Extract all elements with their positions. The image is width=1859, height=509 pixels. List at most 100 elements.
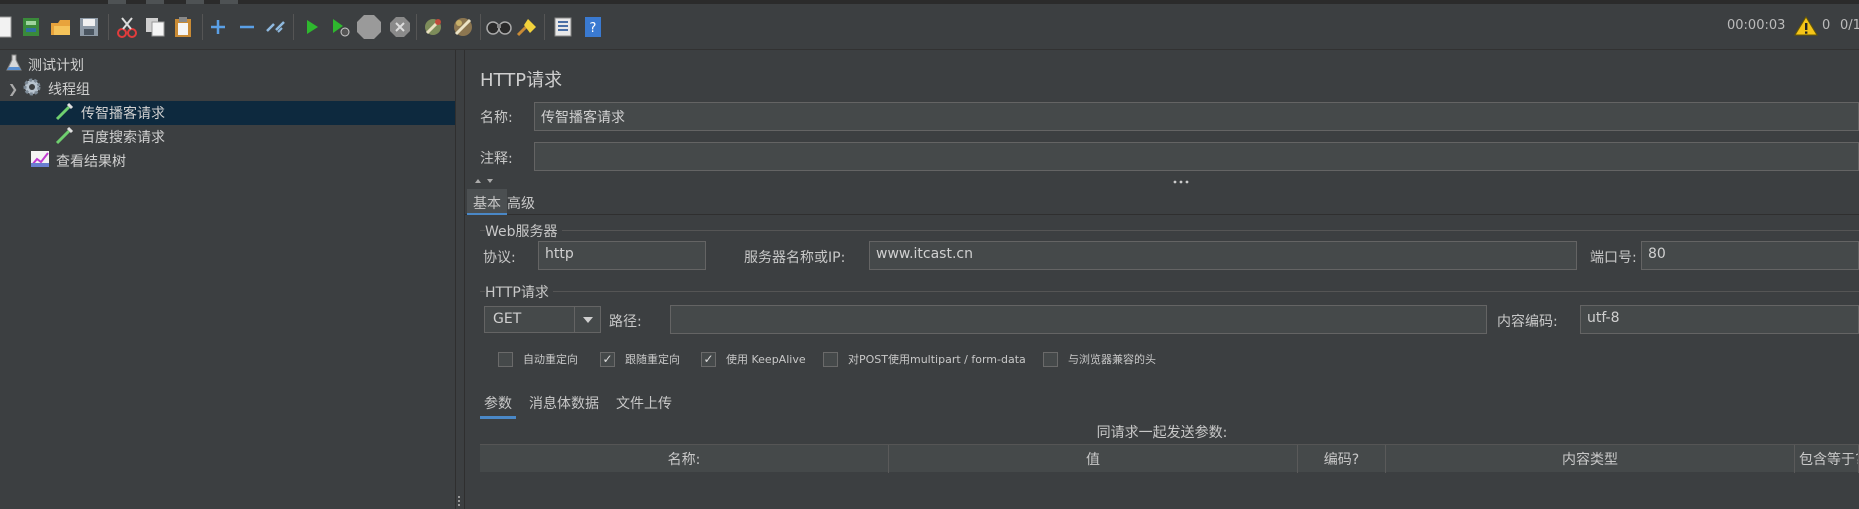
collapse-arrows-icon[interactable] [475,178,499,184]
tab-parameters[interactable]: 参数 [480,390,516,419]
checkbox-label: 使用 KeepAlive [726,353,806,366]
tab-file-upload[interactable]: 文件上传 [612,390,676,416]
function-helper-icon[interactable] [550,14,576,40]
collapse-icon[interactable] [234,14,260,40]
http-request-group-title: HTTP请求 [485,282,553,302]
tab-body-data[interactable]: 消息体数据 [525,390,603,416]
content-encoding-label: 内容编码: [1497,314,1558,330]
warning-count: 0 [1822,18,1831,33]
shutdown-icon[interactable] [387,14,413,40]
name-field[interactable]: 传智播客请求 [534,102,1859,131]
toolbar-separator [544,14,545,40]
parameters-table-header: 名称: 值 编码? 内容类型 包含等于? [480,444,1859,473]
expand-icon[interactable] [205,14,231,40]
method-select[interactable]: GET [484,306,601,333]
port-field[interactable]: 80 [1641,241,1859,270]
graph-icon [30,150,50,172]
column-header-content-type[interactable]: 内容类型 [1386,445,1795,473]
tree-item-label: 查看结果树 [56,154,126,170]
chevron-down-icon[interactable]: ❯ [6,82,20,96]
column-header-value[interactable]: 值 [889,445,1298,473]
content-encoding-field[interactable]: utf-8 [1580,305,1859,334]
clear-all-icon[interactable] [450,14,476,40]
tree-item-test-plan[interactable]: 测试计划 [0,53,455,77]
warning-icon[interactable] [1794,15,1818,41]
split-grip-icon [1173,180,1189,184]
tree-item-view-results-tree[interactable]: 查看结果树 [0,149,455,173]
name-label: 名称: [480,110,513,126]
toolbar-separator [480,14,481,40]
templates-icon[interactable] [18,14,44,40]
start-icon[interactable] [299,14,325,40]
comment-field[interactable] [534,142,1859,171]
reset-search-icon[interactable] [514,14,540,40]
checkbox-follow-redirects[interactable]: ✓ 跟随重定向 [600,351,680,367]
open-icon[interactable] [48,14,74,40]
toggle-icon[interactable] [263,14,289,40]
drag-handle-icon [458,496,460,506]
active-threads: 0/1 [1840,18,1859,33]
web-server-group-border [480,230,1859,231]
save-icon[interactable] [76,14,102,40]
protocol-field[interactable]: http [538,241,706,270]
pipette-icon [55,101,75,125]
protocol-label: 协议: [483,250,516,266]
check-icon[interactable]: ✓ [701,351,716,367]
test-plan-tree: 测试计划 ❯ 线程组 传智播客请求 百度搜索请求 查看结果树 [0,50,455,509]
tree-item-http-request-baidu[interactable]: 百度搜索请求 [0,125,455,149]
clear-icon[interactable] [420,14,446,40]
column-header-name[interactable]: 名称: [480,445,889,473]
copy-icon[interactable] [142,14,168,40]
svg-text:?: ? [590,21,597,36]
chevron-down-icon[interactable] [574,307,600,332]
toolbar-separator [293,14,294,40]
new-icon[interactable] [0,14,16,40]
http-request-group-border [480,291,1859,292]
column-header-include-equals[interactable]: 包含等于? [1795,445,1859,473]
path-label: 路径: [609,314,642,330]
column-header-encode[interactable]: 编码? [1298,445,1386,473]
paste-icon[interactable] [170,14,196,40]
gear-icon [22,77,42,101]
toolbar: ? 00:00:03 0 0/1 [0,4,1859,50]
help-icon[interactable]: ? [580,14,606,40]
tree-item-label: 传智播客请求 [81,106,165,122]
server-name-field[interactable]: www.itcast.cn [869,241,1577,270]
path-field[interactable] [670,305,1487,334]
cut-icon[interactable] [114,14,140,40]
checkbox-label: 对POST使用multipart / form-data [848,353,1026,366]
tree-item-label: 百度搜索请求 [81,130,165,146]
checkbox-keepalive[interactable]: ✓ 使用 KeepAlive [701,351,806,367]
table-caption: 同请求一起发送参数: [1096,425,1228,441]
server-name-label: 服务器名称或IP: [744,250,846,266]
comment-label: 注释: [480,151,513,167]
method-value: GET [493,311,522,327]
checkbox-browser-headers[interactable]: 与浏览器兼容的头 [1043,351,1156,367]
toolbar-separator [202,14,203,40]
stop-icon[interactable] [356,14,382,40]
checkbox-auto-redirect[interactable]: 自动重定向 [498,351,578,367]
config-tabs: 基本 高级 [465,187,1859,215]
search-icon[interactable] [486,14,512,40]
web-server-group-title: Web服务器 [485,221,562,241]
jmeter-window: ? 00:00:03 0 0/1 测试计划 ❯ 线程组 传智播客请求 百度搜索请… [0,0,1859,509]
check-icon[interactable]: ✓ [600,351,615,367]
tree-item-label: 测试计划 [28,58,84,74]
checkbox-multipart[interactable]: 对POST使用multipart / form-data [823,351,1026,367]
checkbox-label: 跟随重定向 [625,353,680,366]
toolbar-separator [108,14,109,40]
page-title: HTTP请求 [480,70,563,91]
start-no-pause-icon[interactable] [327,14,353,40]
checkbox-label: 与浏览器兼容的头 [1068,353,1156,366]
split-pane-divider[interactable] [455,50,465,509]
tree-item-http-request-itcast[interactable]: 传智播客请求 [0,101,455,125]
tree-item-thread-group[interactable]: ❯ 线程组 [0,77,455,101]
checkbox-label: 自动重定向 [523,353,578,366]
split-bar[interactable] [465,177,1859,187]
tab-advanced[interactable]: 高级 [501,189,541,215]
checkbox-box[interactable] [498,351,513,367]
checkbox-box[interactable] [1043,351,1058,367]
port-label: 端口号: [1590,250,1637,266]
checkbox-box[interactable] [823,351,838,367]
elapsed-timer: 00:00:03 [1727,18,1786,33]
